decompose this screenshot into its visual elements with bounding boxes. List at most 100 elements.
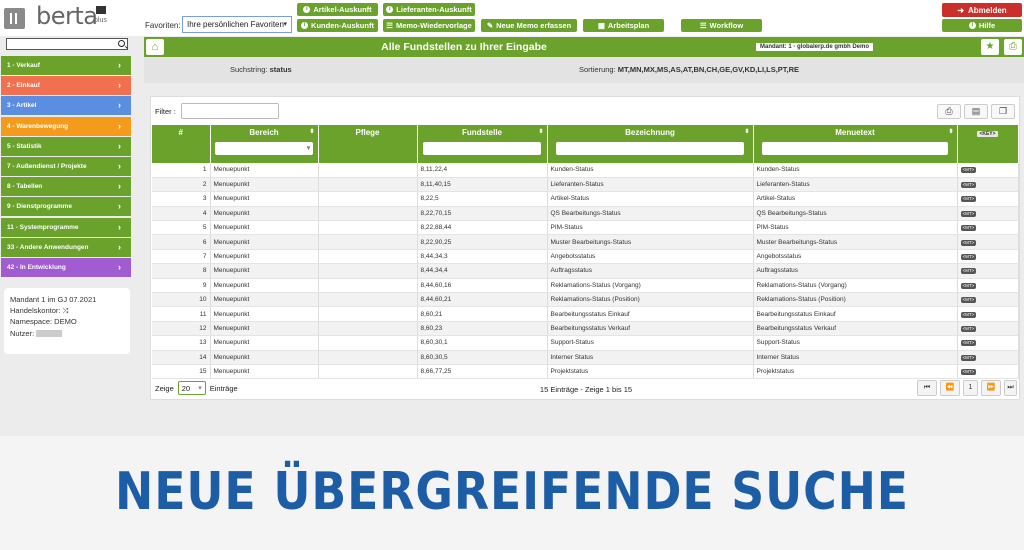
key-badge[interactable]: <MT> <box>960 254 977 261</box>
artikel-auskunft-button[interactable]: i Artikel-Auskunft <box>297 3 378 16</box>
sidebar-item[interactable]: 9 - Dienstprogramme › <box>1 197 131 217</box>
table-row[interactable]: 4 Menuepunkt 8,22,70,15 QS Bearbeitungs-Sta… <box>152 206 1019 222</box>
table-row[interactable]: 9 Menuepunkt 8,44,60,16 Reklamations-Status… <box>152 278 1019 294</box>
key-badge[interactable]: <MT> <box>960 282 977 289</box>
table-row[interactable]: 1 Menuepunkt 8,11,22,4 Kunden-Status Kunden-… <box>152 163 1019 178</box>
bereich-filter-select[interactable]: ▾ <box>214 142 314 155</box>
table-row[interactable]: 15 Menuepunkt 8,66,77,25 Projektstatus Proje… <box>152 364 1019 380</box>
fundstelle-cell: 8,60,30,1 <box>417 335 548 351</box>
row-number: 15 <box>152 364 211 380</box>
key-badge[interactable]: <MT> <box>960 182 977 189</box>
column-header-menuetext[interactable]: Menuetext ⬍ <box>753 125 958 163</box>
menuetext-cell: Projektstatus <box>753 364 958 380</box>
sidebar-item[interactable]: 4 - Warenbewegung › <box>1 116 131 136</box>
column-header-fundstelle[interactable]: Fundstelle ⬍ <box>417 125 548 163</box>
copy-icon[interactable]: ❐ <box>991 104 1015 119</box>
key-badge[interactable]: <MT> <box>960 167 977 174</box>
sidebar-item[interactable]: 42 - In Entwicklung › <box>1 257 131 277</box>
row-number: 9 <box>152 278 211 294</box>
sidebar: 1 - Verkauf › 2 - Einkauf › 3 - Artikel › 4 - … <box>0 36 142 436</box>
table-row[interactable]: 11 Menuepunkt 8,60,21 Bearbeitungsstatus Ei… <box>152 306 1019 322</box>
neue-memo-button[interactable]: ✎ Neue Memo erfassen <box>481 19 577 32</box>
hilfe-button[interactable]: i Hilfe <box>942 19 1022 32</box>
key-badge[interactable]: <MT> <box>960 311 977 318</box>
column-header-key[interactable]: <KEY> <box>957 125 1019 163</box>
current-page-button[interactable]: 1 <box>963 380 978 396</box>
prev-page-icon[interactable]: ⏪ <box>940 380 960 396</box>
table-row[interactable]: 3 Menuepunkt 8,22,5 Artikel-Status Artikel-S… <box>152 191 1019 207</box>
key-badge[interactable]: <MT> <box>960 354 977 361</box>
key-badge[interactable]: <MT> <box>960 239 977 246</box>
fundstelle-cell: 8,44,34,3 <box>417 249 548 265</box>
sidebar-item[interactable]: 8 - Tabellen › <box>1 177 131 197</box>
table-row[interactable]: 7 Menuepunkt 8,44,34,3 Angebotsstatus Angebo… <box>152 249 1019 265</box>
fundstelle-cell: 8,11,40,15 <box>417 177 548 193</box>
table-row[interactable]: 13 Menuepunkt 8,60,30,1 Support-Status Suppo… <box>152 335 1019 351</box>
key-badge[interactable]: <MT> <box>960 225 977 232</box>
table-row[interactable]: 2 Menuepunkt 8,11,40,15 Lieferanten-Status L… <box>152 177 1019 193</box>
fundstelle-filter-input[interactable] <box>422 142 542 155</box>
sidebar-item[interactable]: 11 - Systemprogramme › <box>1 217 131 237</box>
sidebar-item[interactable]: 1 - Verkauf › <box>1 56 131 75</box>
export-icon[interactable]: ▤ <box>964 104 988 119</box>
chevron-down-icon: ▾ <box>306 145 311 152</box>
table-row[interactable]: 14 Menuepunkt 8,60,30,5 Interner Status Inte… <box>152 350 1019 365</box>
column-header-bezeichnung[interactable]: Bezeichnung ⬍ <box>547 125 754 163</box>
sortierung: Sortierung: MT,MN,MX,MS,AS,AT,BN,CH,GE,G… <box>579 65 800 74</box>
pflege-cell <box>318 278 418 294</box>
lieferanten-auskunft-button[interactable]: i Lieferanten-Auskunft <box>383 3 475 16</box>
key-badge[interactable]: <MT> <box>960 325 977 332</box>
key-badge[interactable]: <MT> <box>960 268 977 275</box>
last-page-icon[interactable]: ⏭ <box>1004 380 1017 396</box>
first-page-icon[interactable]: ⏮ <box>917 380 937 396</box>
table-row[interactable]: 8 Menuepunkt 8,44,34,4 Auftragsstatus Auftra… <box>152 263 1019 279</box>
table-header-row: # Bereich ⬍ ▾ Pflege Fundstelle ⬍ Bezeichnu… <box>152 125 1019 163</box>
table-row[interactable]: 6 Menuepunkt 8,22,90,25 Muster Bearbeitungs… <box>152 234 1019 250</box>
sidebar-item[interactable]: 5 - Statistik › <box>1 136 131 156</box>
row-number: 12 <box>152 321 211 337</box>
bereich-cell: Menuepunkt <box>210 206 319 222</box>
app-switch-icon[interactable] <box>4 8 25 29</box>
fundstelle-cell: 8,11,22,4 <box>417 163 548 178</box>
column-header-num[interactable]: # <box>152 125 211 163</box>
bereich-cell: Menuepunkt <box>210 321 319 337</box>
print-icon[interactable]: ⎙ <box>1004 39 1022 55</box>
sidebar-item-label: 4 - Warenbewegung <box>7 122 69 130</box>
arbeitsplan-button[interactable]: ▦ Arbeitsplan <box>583 19 664 32</box>
key-badge[interactable]: <MT> <box>960 210 977 217</box>
memo-wiedervorlage-button[interactable]: ☰ Memo-Wiedervorlage <box>383 19 475 32</box>
sidebar-item[interactable]: 2 - Einkauf › <box>1 76 131 96</box>
key-badge[interactable]: <MT> <box>960 340 977 347</box>
search-icon[interactable] <box>118 40 125 47</box>
menuetext-cell: Support-Status <box>753 335 958 351</box>
mandant-info: Mandant 1 im GJ 07.2021 <box>10 295 97 304</box>
next-page-icon[interactable]: ⏩ <box>981 380 1001 396</box>
key-cell: <MT> <box>957 163 1019 178</box>
search-info-bar: Suchstring: status Sortierung: MT,MN,MX,… <box>144 57 1024 83</box>
sidebar-search-input[interactable] <box>6 38 128 50</box>
row-number: 5 <box>152 220 211 236</box>
workflow-button[interactable]: ☰ Workflow <box>681 19 762 32</box>
bezeichnung-cell: Auftragsstatus <box>547 263 754 279</box>
table-row[interactable]: 12 Menuepunkt 8,60,23 Bearbeitungsstatus Ve… <box>152 321 1019 337</box>
table-row[interactable]: 5 Menuepunkt 8,22,88,44 PIM-Status PIM-Statu… <box>152 220 1019 236</box>
key-badge[interactable]: <MT> <box>960 196 977 203</box>
sidebar-item[interactable]: 33 - Andere Anwendungen › <box>1 237 131 257</box>
bereich-cell: Menuepunkt <box>210 292 319 308</box>
fundstelle-cell: 8,66,77,25 <box>417 364 548 380</box>
star-icon[interactable]: ★ <box>981 39 999 55</box>
sidebar-item[interactable]: 7 - Außendienst / Projekte › <box>1 156 131 176</box>
print-icon[interactable]: ⎙ <box>937 104 961 119</box>
key-badge[interactable]: <MT> <box>960 369 977 376</box>
menuetext-filter-input[interactable] <box>761 142 949 155</box>
abmelden-button[interactable]: ➜ Abmelden <box>942 3 1022 17</box>
bezeichnung-filter-input[interactable] <box>555 142 745 155</box>
kunden-auskunft-button[interactable]: i Kunden-Auskunft <box>297 19 378 32</box>
key-badge[interactable]: <MT> <box>960 297 977 304</box>
column-header-bereich[interactable]: Bereich ⬍ ▾ <box>210 125 319 163</box>
table-row[interactable]: 10 Menuepunkt 8,44,60,21 Reklamations-Statu… <box>152 292 1019 308</box>
favorites-select[interactable]: Ihre persönlichen Favoriten ▾ <box>182 16 292 33</box>
sidebar-item[interactable]: 3 - Artikel › <box>1 96 131 116</box>
column-header-pflege[interactable]: Pflege <box>318 125 418 163</box>
filter-input[interactable] <box>181 103 279 119</box>
